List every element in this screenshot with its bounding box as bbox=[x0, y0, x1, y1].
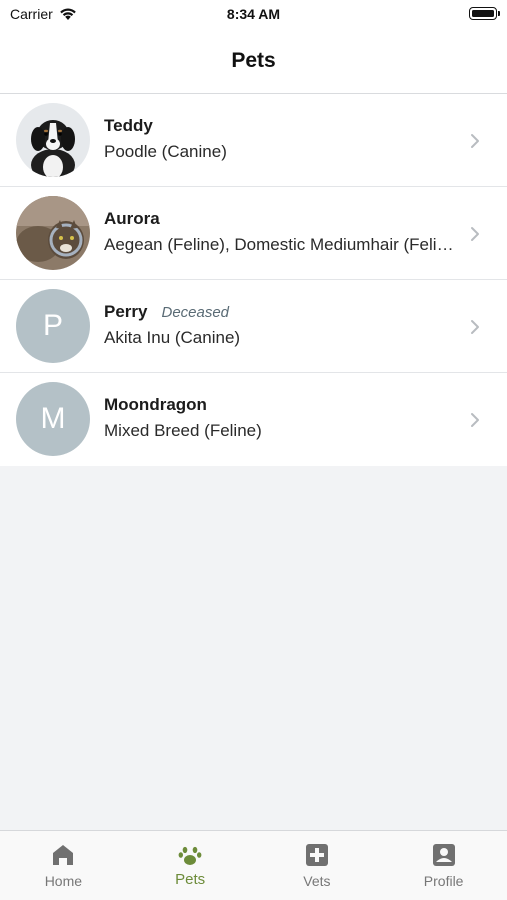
cat-photo-icon bbox=[16, 196, 90, 270]
pet-avatar-initial: M bbox=[16, 382, 90, 456]
pet-row-teddy[interactable]: Teddy Poodle (Canine) bbox=[0, 94, 507, 187]
dog-photo-icon bbox=[16, 103, 90, 177]
pet-list: Teddy Poodle (Canine) Aurora Aegean (Fel… bbox=[0, 94, 507, 466]
pet-avatar-photo bbox=[16, 196, 90, 270]
pet-breed: Poodle (Canine) bbox=[104, 142, 227, 161]
tab-pets[interactable]: Pets bbox=[127, 831, 254, 900]
pet-row-aurora[interactable]: Aurora Aegean (Feline), Domestic Mediumh… bbox=[0, 187, 507, 280]
tab-profile[interactable]: Profile bbox=[380, 831, 507, 900]
medical-cross-icon bbox=[305, 844, 328, 866]
pet-name: Aurora bbox=[104, 209, 160, 228]
pet-info: Aurora Aegean (Feline), Domestic Mediumh… bbox=[104, 209, 457, 255]
tab-label: Pets bbox=[175, 871, 206, 888]
pet-status-deceased: Deceased bbox=[161, 304, 230, 321]
profile-icon bbox=[432, 844, 455, 866]
pet-row-perry[interactable]: P Perry Deceased Akita Inu (Canine) bbox=[0, 280, 507, 373]
status-time: 8:34 AM bbox=[226, 6, 281, 22]
tab-home[interactable]: Home bbox=[0, 831, 127, 900]
pet-name-line: Perry Deceased bbox=[104, 302, 457, 326]
pet-breed: Akita Inu (Canine) bbox=[104, 328, 241, 347]
tab-vets[interactable]: Vets bbox=[254, 831, 381, 900]
pet-info: Moondragon Mixed Breed (Feline) bbox=[104, 395, 457, 441]
pet-name: Teddy bbox=[104, 116, 153, 135]
pet-avatar-initial: P bbox=[16, 289, 90, 363]
chevron-right-icon bbox=[471, 320, 479, 334]
pet-breed: Mixed Breed (Feline) bbox=[104, 421, 262, 440]
pet-name-line: Teddy bbox=[104, 116, 457, 140]
home-icon bbox=[53, 845, 74, 865]
tab-bar: Home Pets Vets Profile bbox=[0, 830, 507, 900]
page-title: Pets bbox=[231, 48, 276, 72]
tab-label: Profile bbox=[423, 873, 464, 889]
pet-info: Teddy Poodle (Canine) bbox=[104, 116, 457, 162]
nav-header: Pets bbox=[0, 28, 507, 94]
chevron-right-icon bbox=[471, 413, 479, 427]
battery-icon bbox=[469, 7, 500, 20]
tab-label: Home bbox=[44, 873, 83, 889]
status-bar: Carrier 8:34 AM bbox=[0, 0, 507, 28]
tab-label: Vets bbox=[303, 873, 331, 889]
chevron-right-icon bbox=[471, 134, 479, 148]
pet-name-line: Aurora bbox=[104, 209, 457, 233]
paw-icon bbox=[178, 846, 202, 865]
pet-name-line: Moondragon bbox=[104, 395, 457, 419]
pet-row-moondragon[interactable]: M Moondragon Mixed Breed (Feline) bbox=[0, 373, 507, 466]
pet-info: Perry Deceased Akita Inu (Canine) bbox=[104, 302, 457, 348]
pet-name: Perry bbox=[104, 302, 148, 321]
pet-breed: Aegean (Feline), Domestic Mediumhair (Fe… bbox=[104, 235, 457, 254]
chevron-right-icon bbox=[471, 227, 479, 241]
pet-name: Moondragon bbox=[104, 395, 207, 414]
pet-avatar-photo bbox=[16, 103, 90, 177]
